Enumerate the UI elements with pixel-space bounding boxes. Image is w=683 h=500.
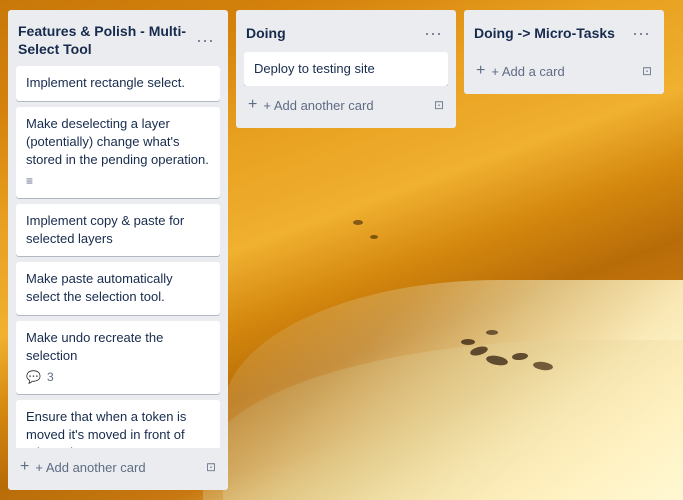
column-header-doing: Doing ··· [244,18,448,52]
card-text-c3: Implement copy & paste for selected laye… [26,213,184,246]
card-c4[interactable]: Make paste automatically select the sele… [16,262,220,314]
card-text-c4: Make paste automatically select the sele… [26,271,173,304]
add-card-label-doing: + Add another card [263,98,373,113]
card-c2[interactable]: Make deselecting a layer (potentially) c… [16,107,220,198]
comment-icon: 💬 [26,369,41,386]
card-c5[interactable]: Make undo recreate the selection 💬 3 [16,321,220,394]
column-header-microtasks: Doing -> Micro-Tasks ··· [472,18,656,52]
card-c6[interactable]: Ensure that when a token is moved it's m… [16,400,220,448]
column-menu-microtasks[interactable]: ··· [628,22,654,44]
cards-list-features: Implement rectangle select. Make deselec… [16,66,220,448]
column-menu-doing[interactable]: ··· [420,22,446,44]
card-meta-c5: 💬 3 [26,369,210,386]
card-c3[interactable]: Implement copy & paste for selected laye… [16,204,220,256]
add-card-label-microtasks: + Add a card [491,64,564,79]
card-text-c6: Ensure that when a token is moved it's m… [26,409,186,448]
add-card-label-features: + Add another card [35,460,145,475]
card-text-c1: Implement rectangle select. [26,75,185,90]
add-card-button-features[interactable]: + + Add another card ⊡ [16,452,220,482]
add-icon-features: + [20,458,29,476]
comment-count: 3 [47,369,54,386]
board-container: Features & Polish - Multi-Select Tool ··… [0,0,683,500]
add-icon-microtasks: + [476,62,485,80]
column-microtasks: Doing -> Micro-Tasks ··· + + Add a card … [464,10,664,94]
add-card-button-doing[interactable]: + + Add another card ⊡ [244,90,448,120]
template-icon-features: ⊡ [206,460,216,474]
card-text-d1: Deploy to testing site [254,61,375,76]
column-features-polish: Features & Polish - Multi-Select Tool ··… [8,10,228,490]
template-icon-microtasks: ⊡ [642,64,652,78]
column-title-microtasks: Doing -> Micro-Tasks [474,24,628,42]
cards-list-doing: Deploy to testing site [244,52,448,86]
column-header-features: Features & Polish - Multi-Select Tool ··… [16,18,220,66]
card-text-c5: Make undo recreate the selection [26,330,163,363]
template-icon-doing: ⊡ [434,98,444,112]
card-c1[interactable]: Implement rectangle select. [16,66,220,100]
add-card-button-microtasks[interactable]: + + Add a card ⊡ [472,56,656,86]
card-meta-c2: ≡ [26,173,210,190]
column-title-features: Features & Polish - Multi-Select Tool [18,22,192,58]
column-menu-features[interactable]: ··· [192,29,218,51]
card-list-icon: ≡ [26,173,33,190]
column-title-doing: Doing [246,24,420,42]
card-text-c2: Make deselecting a layer (potentially) c… [26,116,209,167]
column-doing: Doing ··· Deploy to testing site + + Add… [236,10,456,128]
add-icon-doing: + [248,96,257,114]
card-d1[interactable]: Deploy to testing site [244,52,448,86]
